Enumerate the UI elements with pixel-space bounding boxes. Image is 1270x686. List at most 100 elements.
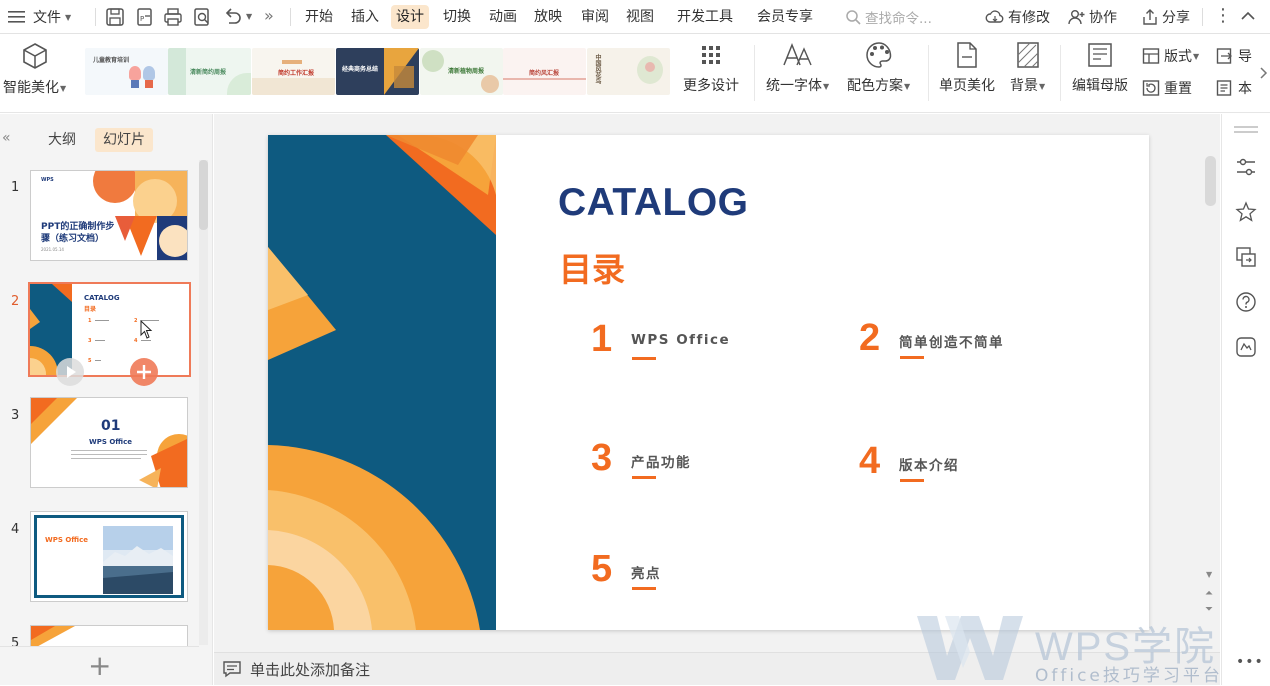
slide-number: 4 (11, 522, 20, 537)
add-slide-after-button[interactable] (130, 358, 158, 386)
template-thumb-1[interactable]: 儿童教育培训 (85, 48, 168, 95)
command-search[interactable]: 查找命令... (845, 6, 965, 28)
slides-panel-footer: + (0, 646, 199, 685)
slide-title[interactable]: CATALOG (558, 181, 749, 225)
current-slide[interactable]: CATALOG 目录 1 WPS Office 2 简单创造不简单 3 产品功能… (268, 135, 1149, 630)
file-menu[interactable]: 文件 ▼ (8, 0, 71, 34)
cloud-sync-icon (985, 10, 1004, 23)
reset-label: 重置 (1164, 81, 1192, 97)
template-thumb-title: 简约工作汇报 (278, 70, 315, 77)
slide-thumb-3[interactable]: 01 WPS Office (30, 397, 188, 488)
design-ribbon: 智能美化▼ 儿童教育培训 清新简约周报 简约工作汇报 经典商务总结 清新植物周报… (0, 35, 1270, 113)
reset-button[interactable]: 重置 (1142, 77, 1192, 99)
add-slide-button[interactable]: + (88, 651, 111, 681)
tab-view[interactable]: 视图 (621, 5, 659, 29)
template-thumb-title: 清新简约周报 (190, 69, 227, 76)
more-options-icon[interactable]: ••• (1236, 654, 1264, 670)
undo-dropdown-icon[interactable]: ▼ (246, 12, 252, 21)
template-thumb-6[interactable]: 简约风汇报 (503, 48, 586, 95)
edit-master-button[interactable]: 编辑母版 (1072, 41, 1128, 95)
print-icon[interactable] (163, 7, 183, 27)
tab-outline[interactable]: 大纲 (40, 128, 84, 152)
share-button[interactable]: 分享 (1141, 5, 1190, 29)
import-icon (1216, 48, 1232, 64)
smart-beautify-button[interactable]: 智能美化▼ (3, 41, 66, 97)
template-thumb-4[interactable]: 经典商务总结 (336, 48, 419, 95)
tab-slideshow[interactable]: 放映 (529, 5, 567, 29)
catalog-item-label: 亮点 (631, 566, 661, 582)
tab-design[interactable]: 设计 (391, 5, 429, 29)
print-preview-icon[interactable] (192, 7, 212, 27)
slide-thumb-date: 2021.05.14 (41, 247, 64, 252)
tab-insert[interactable]: 插入 (346, 5, 384, 29)
mouse-cursor-icon (140, 320, 153, 339)
collaborate-button[interactable]: 协作 (1068, 5, 1117, 29)
template-thumb-2[interactable]: 清新简约周报 (168, 48, 251, 95)
collapse-panel-icon[interactable]: « (2, 130, 11, 146)
page-beautify-label: 单页美化 (939, 78, 995, 94)
catalog-item-underline (900, 479, 924, 482)
collapse-ribbon-icon[interactable] (1240, 10, 1256, 22)
unify-font-button[interactable]: 统一字体▼ (766, 41, 829, 95)
layout-button[interactable]: 版式 ▼ (1142, 45, 1199, 67)
color-scheme-button[interactable]: 配色方案▼ (847, 41, 910, 95)
slide-canvas: CATALOG 目录 1 WPS Office 2 简单创造不简单 3 产品功能… (214, 114, 1220, 652)
tab-slides[interactable]: 幻灯片 (95, 128, 153, 152)
slide-decoration (268, 135, 496, 630)
tab-review[interactable]: 审阅 (576, 5, 614, 29)
template-thumb-3[interactable]: 简约工作汇报 (252, 48, 335, 95)
palette-icon (865, 42, 891, 68)
notes-bar[interactable]: 单击此处添加备注 (214, 652, 1220, 685)
slide-thumb-graphic (93, 171, 187, 260)
more-menu-icon[interactable]: ⋮ (1214, 4, 1232, 28)
slide-thumb-title: PPT的正确制作步骤（练习文档） (41, 222, 115, 244)
animation-star-icon[interactable] (1235, 201, 1257, 223)
background-button[interactable]: 背景▼ (1010, 41, 1045, 95)
page-beautify-button[interactable]: 单页美化 (939, 41, 995, 95)
skin-icon[interactable] (1235, 336, 1257, 358)
background-icon (1016, 42, 1039, 68)
properties-icon[interactable] (1235, 156, 1257, 178)
transition-icon[interactable] (1235, 246, 1257, 268)
tab-member[interactable]: 会员专享 (752, 5, 818, 29)
catalog-item-label: WPS Office (631, 332, 731, 348)
font-icon (782, 42, 812, 66)
this-button[interactable]: 本 (1216, 77, 1252, 99)
tab-developer[interactable]: 开发工具 (672, 5, 738, 29)
slide-thumb-4[interactable]: WPS Office (30, 511, 188, 602)
tab-home[interactable]: 开始 (300, 5, 338, 29)
collaborate-icon (1068, 10, 1085, 25)
layout-label: 版式 (1164, 49, 1192, 65)
document-icon (1216, 80, 1232, 96)
slide-thumb-2[interactable]: CATALOG 目录 1 2 3 4 5 (28, 282, 191, 377)
modify-status-button[interactable]: 有修改 (985, 5, 1050, 29)
import-button[interactable]: 导 (1216, 45, 1252, 67)
more-quick-access-icon[interactable]: » (264, 6, 274, 25)
next-slide-icon[interactable]: ⏷ (1205, 604, 1213, 615)
prev-slide-icon[interactable]: ⏶ (1205, 588, 1213, 599)
modify-status-label: 有修改 (1008, 10, 1050, 26)
tab-transitions[interactable]: 切换 (438, 5, 476, 29)
template-thumb-5[interactable]: 清新植物周报 (420, 48, 503, 95)
catalog-item-number: 1 (591, 318, 613, 360)
ribbon-scroll-right-icon[interactable] (1260, 67, 1268, 79)
more-designs-button[interactable]: 更多设计 (683, 41, 739, 95)
more-designs-label: 更多设计 (683, 78, 739, 94)
slides-panel-scrollbar[interactable] (199, 160, 208, 645)
undo-icon[interactable] (222, 7, 242, 27)
template-thumb-7[interactable]: 中国风花鸟 (587, 48, 670, 95)
help-icon[interactable] (1235, 291, 1257, 313)
menu-bar: 文件 ▼ P ▼ » 开始 插入 设计 切换 动画 放映 审阅 视图 开发工具 … (0, 0, 1270, 34)
export-pdf-icon[interactable]: P (135, 7, 155, 27)
wps-logo: WPS (41, 177, 54, 183)
canvas-scrollbar[interactable]: ▼ ⏶ ⏷ (1202, 114, 1220, 652)
catalog-item-label: 版本介绍 (899, 458, 959, 474)
tab-animations[interactable]: 动画 (484, 5, 522, 29)
scroll-down-icon[interactable]: ▼ (1206, 570, 1212, 579)
slide-thumb-1[interactable]: WPS PPT的正确制作步骤（练习文档） 2021.05.14 (30, 170, 188, 261)
save-icon[interactable] (105, 7, 125, 27)
play-slide-button[interactable] (56, 358, 84, 386)
catalog-item-label: 简单创造不简单 (899, 335, 1004, 351)
catalog-item-label: 产品功能 (631, 455, 691, 471)
slide-subtitle[interactable]: 目录 (559, 243, 625, 291)
